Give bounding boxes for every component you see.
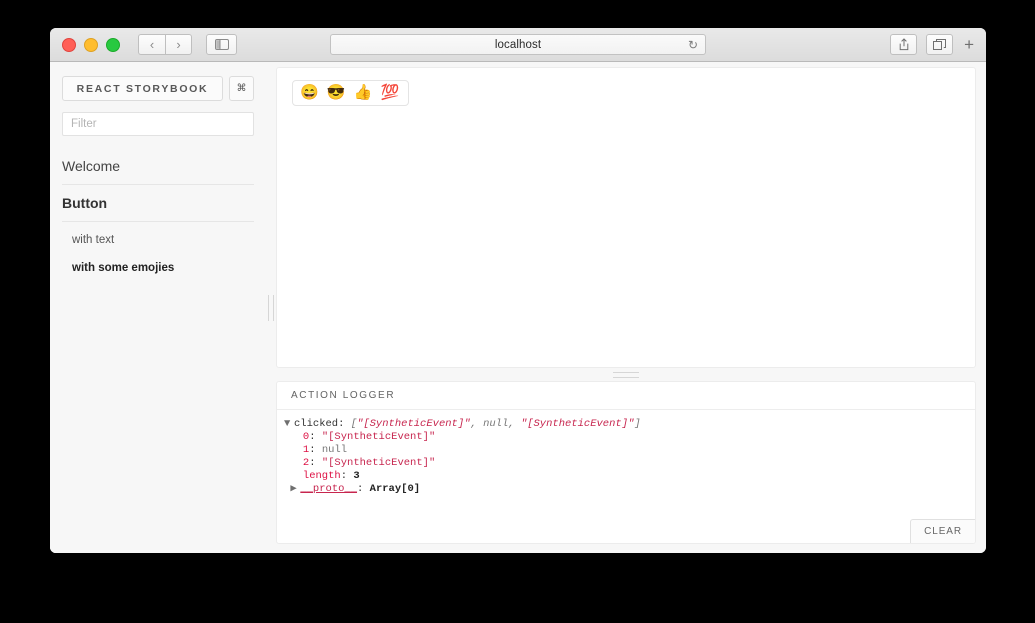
log-row-colon: :: [309, 457, 322, 469]
log-preview-sep-1: ,: [470, 418, 484, 430]
log-entry-colon: :: [338, 418, 351, 430]
close-window-button[interactable]: [62, 37, 76, 52]
brand-label: REACT STORYBOOK: [76, 82, 209, 95]
log-preview-close: ]: [634, 418, 641, 430]
emoji-button[interactable]: 😄 😎 👍 💯: [292, 80, 410, 106]
sidebar-header: REACT STORYBOOK ⌘: [62, 76, 254, 101]
drag-handle-icon: [613, 371, 639, 378]
storybook-sidebar: REACT STORYBOOK ⌘ Welcome Button: [50, 62, 266, 553]
log-row-value: 3: [353, 470, 360, 482]
share-icon: [899, 38, 908, 51]
log-row-value: "[SyntheticEvent]": [321, 431, 436, 443]
forward-button[interactable]: ›: [165, 34, 192, 55]
minimize-window-button[interactable]: [84, 37, 98, 52]
show-tabs-button[interactable]: [926, 34, 954, 55]
shortcuts-button[interactable]: ⌘: [229, 76, 254, 101]
log-preview-value-1: null: [483, 418, 509, 430]
log-entry-clicked[interactable]: ▼ clicked: ["[SyntheticEvent]", null, "[S…: [284, 418, 975, 431]
back-button[interactable]: ‹: [138, 34, 165, 55]
story-kind-button: Button with text with some emojies: [62, 189, 254, 282]
log-row-colon: :: [357, 483, 370, 495]
log-row-1: 1: null: [284, 444, 975, 457]
log-row-0: 0: "[SyntheticEvent]": [284, 431, 975, 444]
sidebar-resize-handle[interactable]: [266, 62, 276, 553]
sidebar-item-welcome[interactable]: Welcome: [62, 152, 254, 184]
log-row-value: null: [321, 444, 348, 456]
log-row-2: 2: "[SyntheticEvent]": [284, 457, 975, 470]
log-row-value: "[SyntheticEvent]": [321, 457, 436, 469]
address-bar[interactable]: localhost ↻: [330, 34, 706, 55]
browser-window: ‹ › localhost ↻ + REACT STORYBOOK ⌘ Filt…: [50, 28, 986, 553]
log-row-value: Array[0]: [369, 483, 421, 495]
share-button[interactable]: [890, 34, 918, 55]
log-preview-value-0: "[SyntheticEvent]": [357, 418, 471, 430]
storybook-main: 😄 😎 👍 💯 ACTION LOGGER ▼ clicked: ["[Synth…: [276, 62, 986, 553]
sidebar-item-with-some-emojies[interactable]: with some emojies: [62, 254, 254, 282]
chevron-right-icon: ›: [176, 37, 181, 52]
screen-root: ‹ › localhost ↻ + REACT STORYBOOK ⌘ Filt…: [0, 0, 1035, 623]
log-row-proto[interactable]: ▶ __proto__: Array[0]: [284, 483, 975, 496]
address-bar-text: localhost: [494, 38, 542, 51]
preview-resize-handle[interactable]: [276, 368, 976, 381]
storybook-body: REACT STORYBOOK ⌘ Welcome Button: [50, 62, 986, 553]
action-logger-title: ACTION LOGGER: [291, 390, 396, 401]
log-row-key: __proto__: [300, 483, 358, 495]
log-row-key: length: [302, 470, 341, 482]
log-row-colon: :: [340, 470, 354, 482]
navigation-buttons: ‹ ›: [138, 34, 192, 55]
sidebar-item-button[interactable]: Button: [62, 189, 254, 221]
command-key-icon: ⌘: [236, 83, 247, 94]
react-storybook-brand-button[interactable]: REACT STORYBOOK: [62, 76, 223, 101]
story-list: Welcome Button with text with some emoji…: [62, 152, 254, 282]
sidebar-item-with-text[interactable]: with text: [62, 226, 254, 254]
expand-toggle-icon[interactable]: ▼: [284, 418, 294, 431]
divider: [62, 221, 254, 222]
log-row-length: length: 3: [284, 470, 975, 483]
divider: [62, 184, 254, 185]
log-row-colon: :: [309, 444, 322, 456]
story-kind-welcome: Welcome: [62, 152, 254, 185]
log-preview-sep-2: ,: [508, 418, 521, 430]
action-logger-output: ▼ clicked: ["[SyntheticEvent]", null, "[S…: [277, 410, 975, 543]
browser-titlebar: ‹ › localhost ↻ +: [50, 28, 986, 62]
drag-handle-icon: [268, 295, 274, 321]
action-logger-panel: ACTION LOGGER ▼ clicked: ["[SyntheticEven…: [276, 381, 976, 544]
action-logger-header: ACTION LOGGER: [277, 382, 975, 410]
sidebar-icon: [214, 39, 229, 50]
log-entry-name: clicked: [294, 418, 339, 430]
tabs-icon: [932, 39, 946, 50]
expand-toggle-icon[interactable]: ▶: [290, 483, 300, 496]
story-preview-panel: 😄 😎 👍 💯: [276, 67, 976, 368]
clear-button[interactable]: CLEAR: [910, 519, 975, 543]
zoom-window-button[interactable]: [106, 37, 120, 52]
window-traffic-lights: [62, 37, 120, 52]
toolbar-right-buttons: +: [890, 34, 976, 55]
log-preview-value-2: "[SyntheticEvent]": [520, 418, 635, 430]
new-tab-button[interactable]: +: [962, 36, 976, 53]
filter-input[interactable]: [62, 112, 254, 136]
sidebar-toggle-button[interactable]: [206, 34, 237, 55]
chevron-left-icon: ‹: [149, 37, 155, 52]
log-row-colon: :: [309, 431, 322, 443]
reload-icon[interactable]: ↻: [688, 39, 698, 51]
